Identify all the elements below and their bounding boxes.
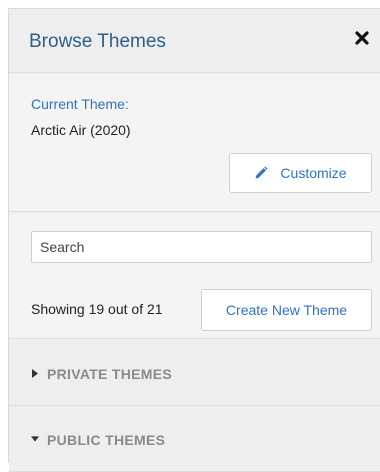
- customize-button-label: Customize: [280, 165, 347, 181]
- theme-browser-section: Showing 19 out of 21 Create New Theme: [9, 213, 380, 339]
- caret-down-icon: [31, 434, 39, 444]
- public-themes-group[interactable]: PUBLIC THEMES: [9, 406, 380, 472]
- search-input[interactable]: [31, 231, 372, 263]
- browse-themes-panel: Browse Themes Current Theme: Arctic Air …: [8, 8, 380, 472]
- panel-title: Browse Themes: [29, 31, 166, 52]
- caret-right-icon: [31, 368, 39, 378]
- pencil-icon: [254, 166, 268, 180]
- current-theme-label: Current Theme:: [31, 96, 129, 112]
- public-themes-label: PUBLIC THEMES: [47, 432, 166, 448]
- panel-header: Browse Themes: [9, 9, 380, 73]
- private-themes-label: PRIVATE THEMES: [47, 366, 173, 382]
- current-theme-name: Arctic Air (2020): [31, 122, 131, 138]
- private-themes-group[interactable]: PRIVATE THEMES: [9, 340, 380, 406]
- showing-count: Showing 19 out of 21: [31, 301, 163, 317]
- close-button[interactable]: [351, 29, 373, 51]
- current-theme-section: Current Theme: Arctic Air (2020) Customi…: [9, 74, 380, 212]
- customize-button[interactable]: Customize: [229, 153, 372, 193]
- create-new-theme-button[interactable]: Create New Theme: [201, 289, 372, 331]
- close-icon: [355, 30, 369, 50]
